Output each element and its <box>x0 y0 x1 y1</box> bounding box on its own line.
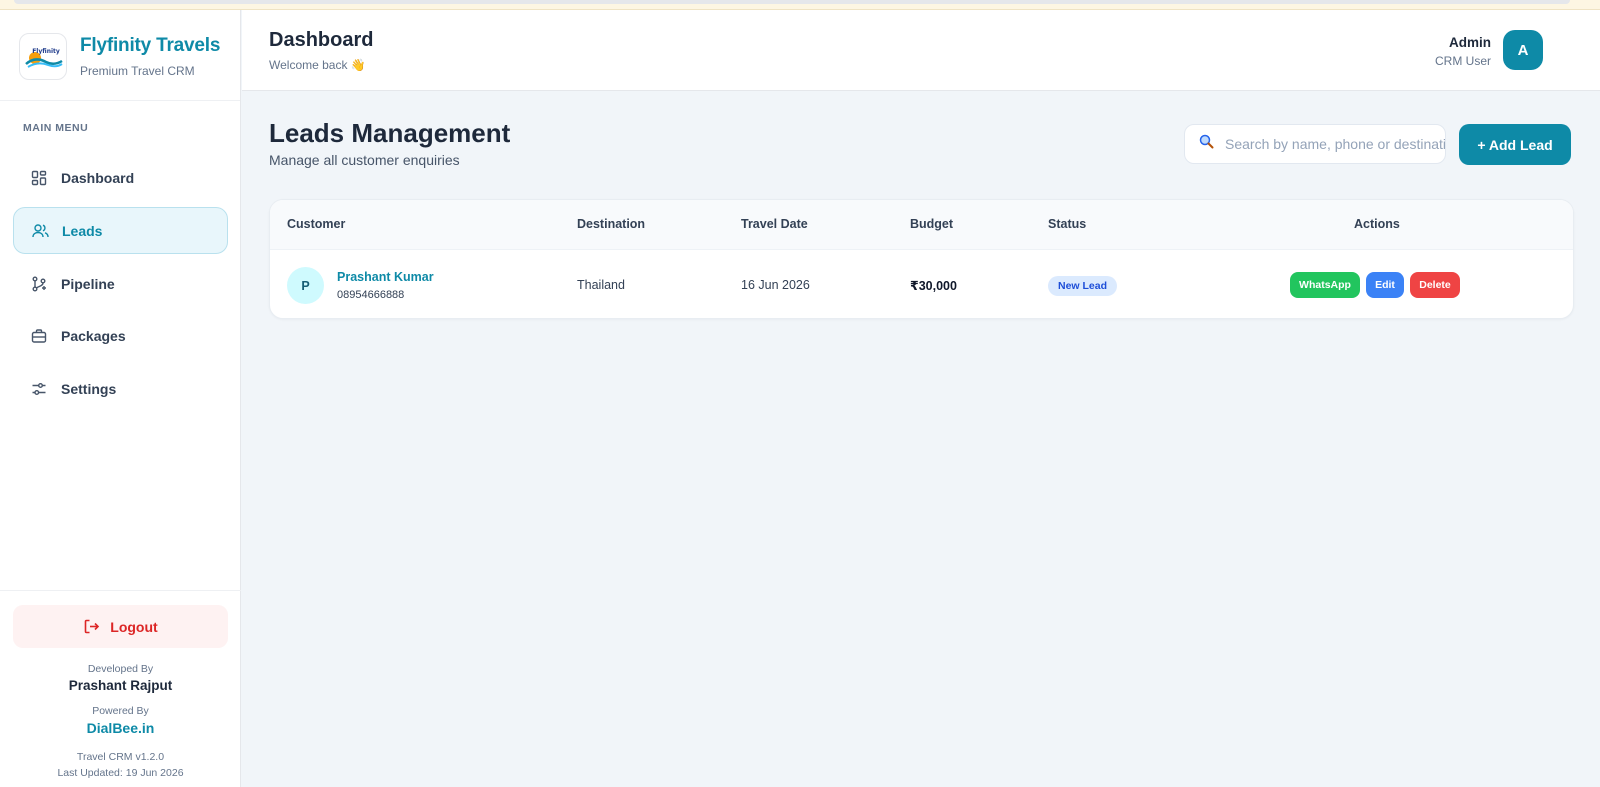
developer-name: Prashant Rajput <box>68 678 173 693</box>
sidebar-item-label: Packages <box>61 327 126 344</box>
version-text: Travel CRM v1.2.0 <box>76 751 165 763</box>
column-header: Actions <box>1354 217 1400 231</box>
delete-button[interactable]: Delete <box>1410 272 1460 298</box>
whatsapp-button[interactable]: WhatsApp <box>1290 272 1360 298</box>
brand-tagline: Premium Travel CRM <box>80 64 195 78</box>
sidebar-item-label: Pipeline <box>61 275 115 292</box>
sliders-icon <box>30 380 48 398</box>
column-header: Budget <box>910 217 954 231</box>
powered-by-link[interactable]: DialBee.in <box>0 720 241 736</box>
browser-top-strip <box>0 0 1600 10</box>
search-input[interactable] <box>1225 136 1445 152</box>
grid-icon <box>30 169 48 187</box>
user-role: CRM User <box>1435 54 1491 68</box>
customer-name[interactable]: Prashant Kumar <box>337 270 434 284</box>
page-subtitle: Manage all customer enquiries <box>269 152 460 168</box>
logo-text: Flyfinity <box>32 48 60 55</box>
brand-header: Flyfinity Flyfinity Travels Premium Trav… <box>0 10 240 101</box>
developed-by-label: Developed By <box>87 663 154 675</box>
sidebar-item-leads[interactable]: Leads <box>13 207 228 254</box>
column-header: Customer <box>287 217 346 231</box>
logout-icon <box>83 618 100 635</box>
sidebar-item-settings[interactable]: Settings <box>13 365 228 412</box>
add-lead-button[interactable]: + Add Lead <box>1459 124 1571 165</box>
brand-logo: Flyfinity <box>19 33 67 80</box>
avatar[interactable]: A <box>1503 30 1543 70</box>
powered-by-label: Powered By <box>92 705 149 717</box>
leads-table: Customer Destination Travel Date Budget … <box>269 199 1574 319</box>
search-icon <box>1199 134 1214 154</box>
column-header: Status <box>1048 217 1087 231</box>
sidebar-item-packages[interactable]: Packages <box>13 312 228 359</box>
sidebar-item-label: Leads <box>62 222 103 239</box>
customer-avatar: P <box>287 267 324 304</box>
search-box[interactable] <box>1184 124 1446 164</box>
destination-cell: Thailand <box>577 278 625 292</box>
sidebar-footer: Logout Developed By Prashant Rajput Powe… <box>0 590 241 779</box>
page-title: Leads Management <box>269 118 511 148</box>
customer-phone: 08954666888 <box>337 289 405 301</box>
edit-button[interactable]: Edit <box>1366 272 1404 298</box>
brand-name: Flyfinity Travels <box>80 35 221 56</box>
table-row: P Prashant Kumar 08954666888 Thailand 16… <box>270 250 1573 318</box>
users-icon <box>31 222 49 240</box>
sidebar-item-dashboard[interactable]: Dashboard <box>13 154 228 201</box>
budget-cell: ₹30,000 <box>910 279 957 293</box>
header-subtitle: Welcome back 👋 <box>269 58 366 72</box>
logout-button[interactable]: Logout <box>13 605 228 648</box>
status-badge: New Lead <box>1048 276 1118 296</box>
main-content: Leads Management Manage all customer enq… <box>242 91 1600 787</box>
sidebar-item-label: Dashboard <box>61 169 135 186</box>
column-header: Travel Date <box>741 217 808 231</box>
logout-label: Logout <box>110 618 158 635</box>
last-updated-text: Last Updated: 19 Jun 2026 <box>57 767 184 779</box>
header-title: Dashboard <box>269 29 374 51</box>
briefcase-icon <box>30 327 48 345</box>
table-header: Customer Destination Travel Date Budget … <box>270 200 1573 250</box>
sidebar-item-pipeline[interactable]: Pipeline <box>13 260 228 307</box>
menu-title: MAIN MENU <box>23 122 89 134</box>
git-branch-icon <box>30 275 48 293</box>
column-header: Destination <box>577 217 646 231</box>
sidebar: Flyfinity Flyfinity Travels Premium Trav… <box>0 10 241 787</box>
top-header: Dashboard Welcome back 👋 Admin CRM User … <box>242 10 1600 91</box>
travel-date-cell: 16 Jun 2026 <box>741 278 810 292</box>
user-name: Admin <box>1449 35 1491 50</box>
sidebar-item-label: Settings <box>61 380 117 397</box>
